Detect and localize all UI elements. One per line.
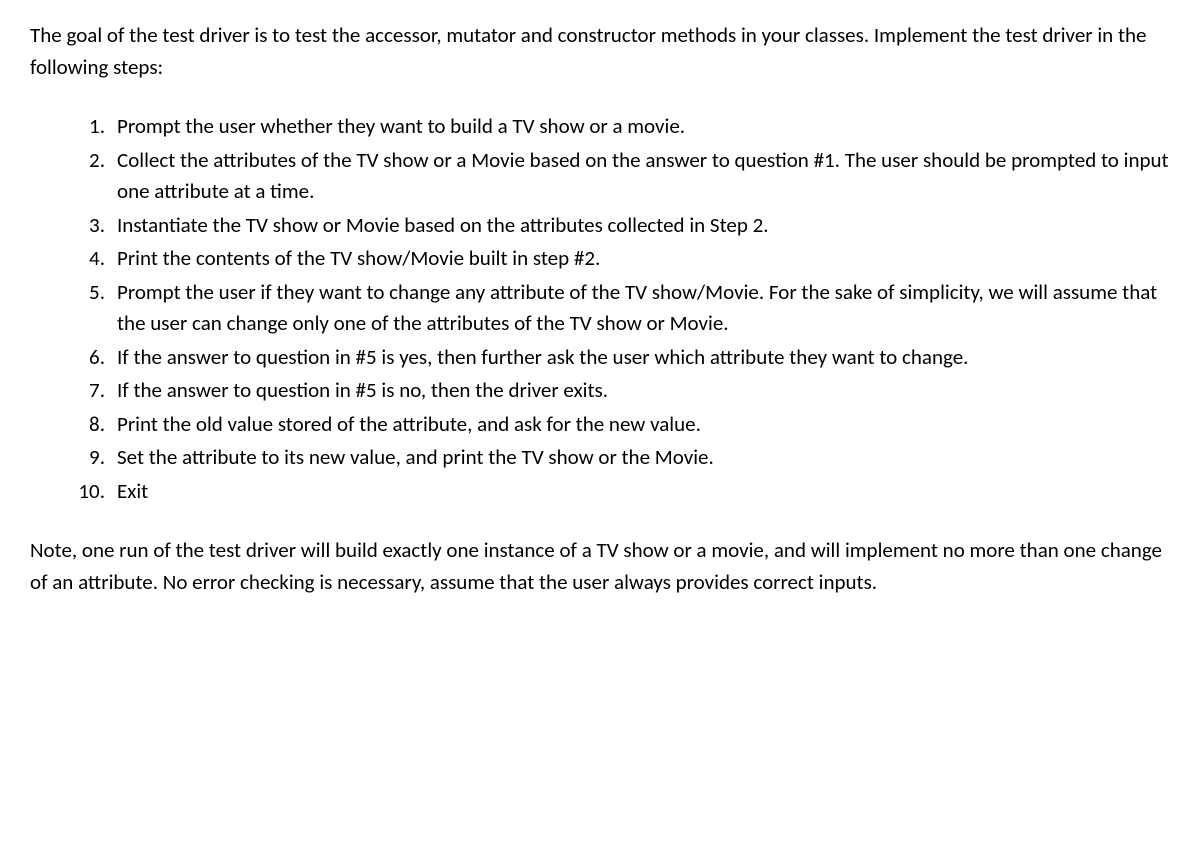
list-number: 1.	[75, 111, 105, 143]
list-text: Exit	[117, 478, 148, 504]
list-item: 10. Exit	[75, 476, 1170, 508]
intro-paragraph: The goal of the test driver is to test t…	[30, 20, 1170, 83]
list-item: 1. Prompt the user whether they want to …	[75, 111, 1170, 143]
list-number: 9.	[75, 442, 105, 474]
list-item: 9. Set the attribute to its new value, a…	[75, 442, 1170, 474]
list-text: Prompt the user whether they want to bui…	[117, 113, 685, 139]
list-number: 2.	[75, 145, 105, 177]
list-text: Collect the attributes of the TV show or…	[117, 147, 1169, 205]
list-text: Set the attribute to its new value, and …	[117, 444, 714, 470]
steps-list: 1. Prompt the user whether they want to …	[30, 111, 1170, 507]
list-number: 3.	[75, 210, 105, 242]
list-number: 7.	[75, 375, 105, 407]
list-item: 2. Collect the attributes of the TV show…	[75, 145, 1170, 208]
list-text: If the answer to question in #5 is yes, …	[117, 344, 968, 370]
list-text: Print the contents of the TV show/Movie …	[117, 245, 600, 271]
list-text: Instantiate the TV show or Movie based o…	[117, 212, 769, 238]
list-text: If the answer to question in #5 is no, t…	[117, 377, 608, 403]
list-number: 6.	[75, 342, 105, 374]
list-text: Print the old value stored of the attrib…	[117, 411, 701, 437]
list-number: 10.	[75, 476, 105, 508]
list-item: 7. If the answer to question in #5 is no…	[75, 375, 1170, 407]
list-item: 3. Instantiate the TV show or Movie base…	[75, 210, 1170, 242]
list-number: 5.	[75, 277, 105, 309]
list-number: 4.	[75, 243, 105, 275]
list-text: Prompt the user if they want to change a…	[117, 279, 1157, 337]
list-item: 4. Print the contents of the TV show/Mov…	[75, 243, 1170, 275]
list-item: 8. Print the old value stored of the att…	[75, 409, 1170, 441]
list-number: 8.	[75, 409, 105, 441]
list-item: 6. If the answer to question in #5 is ye…	[75, 342, 1170, 374]
list-item: 5. Prompt the user if they want to chang…	[75, 277, 1170, 340]
note-paragraph: Note, one run of the test driver will bu…	[30, 535, 1170, 598]
